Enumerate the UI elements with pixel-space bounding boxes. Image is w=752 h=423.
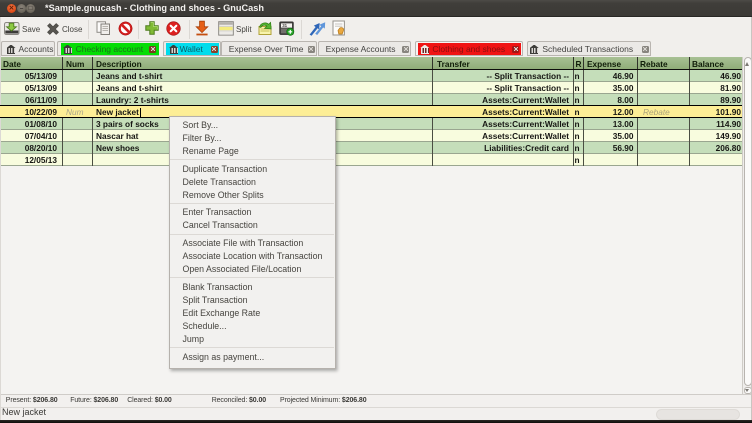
svg-text:31: 31 — [282, 23, 287, 28]
